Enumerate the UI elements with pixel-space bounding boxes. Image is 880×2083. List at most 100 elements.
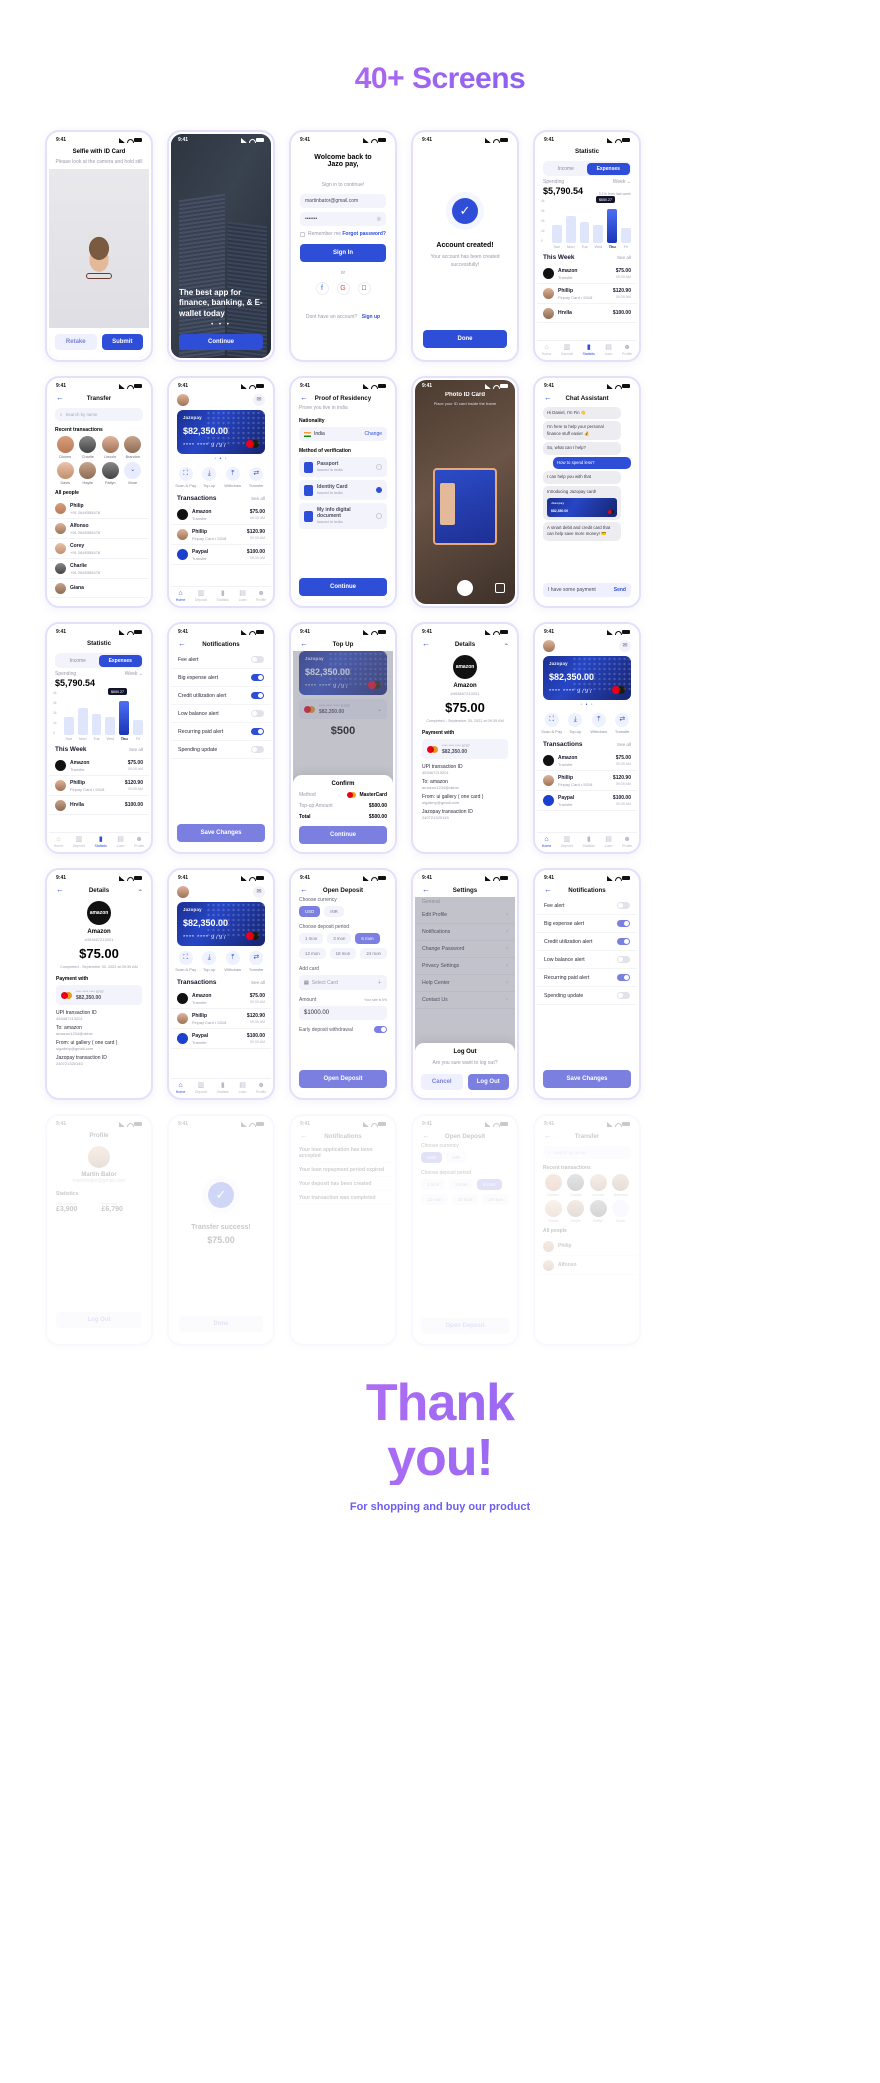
period-3-mon[interactable]: 3 mon	[449, 1179, 474, 1190]
back-icon[interactable]: ←	[300, 1132, 308, 1140]
table-row[interactable]: Amazon Transfer $75.00 09:39 AM	[171, 505, 271, 525]
list-item[interactable]: Your loan application has been accepted	[293, 1143, 393, 1163]
back-icon[interactable]: ←	[422, 640, 430, 648]
list-item[interactable]: Dionne	[542, 1174, 565, 1197]
list-item[interactable]: Davis	[542, 1200, 565, 1223]
table-row[interactable]: Paypal Transfer $100.00 09:39 AM	[171, 545, 271, 565]
avatar[interactable]	[543, 640, 555, 652]
avatar[interactable]	[177, 886, 189, 898]
period-18-mon[interactable]: 18 mon	[329, 948, 357, 959]
statistic-tabs[interactable]: Income Expenses	[543, 161, 631, 176]
action-transfer[interactable]: ⇄ Transfer	[611, 713, 633, 734]
currency-usd[interactable]: USD	[299, 906, 321, 917]
table-row[interactable]: Phillip Finpay Card • 5318 $120.90 09:39 AM	[171, 1009, 271, 1029]
retake-button[interactable]: Retake	[55, 334, 97, 350]
action-scan-pay[interactable]: ⛶ Scan & Pay	[175, 467, 197, 488]
screen-transfer-success[interactable]: 9:41 ✓ Transfer success! $75.00 Done	[167, 1114, 275, 1346]
toggle-credit-utilization-alert[interactable]	[617, 938, 630, 945]
nav-loan[interactable]: ▤ Loan	[117, 836, 125, 848]
apple-icon[interactable]: 	[357, 282, 371, 295]
list-item[interactable]: Lincoln	[99, 436, 122, 459]
gallery-button[interactable]	[495, 583, 505, 593]
shutter-button[interactable]	[457, 580, 473, 596]
see-all-link[interactable]: See all	[251, 496, 265, 501]
toggle-low-balance-alert[interactable]	[617, 956, 630, 963]
list-item[interactable]: Your transaction was completed	[293, 1191, 393, 1205]
action-scan-pay[interactable]: ⛶ Scan & Pay	[541, 713, 563, 734]
continue-button[interactable]: Continue	[299, 826, 387, 844]
nav-home[interactable]: ⌂ Home	[54, 836, 64, 848]
tab-income[interactable]: Income	[57, 655, 100, 667]
nav-profile[interactable]: ☻ Profile	[256, 1082, 266, 1094]
notification-toggle-row[interactable]: Spending update	[537, 987, 637, 1005]
toggle-fee-alert[interactable]	[617, 902, 630, 909]
more-people-button[interactable]: More	[610, 1200, 633, 1223]
see-all-link[interactable]: See all	[251, 980, 265, 985]
notification-toggle-row[interactable]: Recurring paid alert	[537, 969, 637, 987]
currency-inr[interactable]: INR	[324, 906, 344, 917]
action-withdraw[interactable]: ⤒ Withdraw	[222, 951, 244, 972]
period-24-mon[interactable]: 24 mon	[360, 948, 387, 959]
period-1-mon[interactable]: 1 mon	[299, 933, 324, 944]
period-1-mon[interactable]: 1 mon	[421, 1179, 446, 1190]
nav-loan[interactable]: ▤ Loan	[239, 590, 247, 602]
toggle-low-balance-alert[interactable]	[251, 710, 264, 717]
action-topup[interactable]: ⤓ Top-up	[564, 713, 586, 734]
screen-selfie[interactable]: 9:41 Selfie with ID Card Please look at …	[45, 130, 153, 362]
table-row[interactable]: Phillip Finpay Card • 5318 $120.90 09:39 AM	[171, 525, 271, 545]
share-icon[interactable]: ⌁	[500, 641, 508, 648]
action-topup[interactable]: ⤓ Top-up	[198, 467, 220, 488]
table-row[interactable]: Hrvlla $100.00	[49, 796, 149, 815]
screen-details[interactable]: 9:41 ← Details ⌁ amazon Amazon #45346721…	[411, 622, 519, 854]
list-item[interactable]: Alfonso +91 2649355476	[49, 519, 149, 539]
back-icon[interactable]: ←	[300, 640, 308, 648]
list-item[interactable]: Charlie	[565, 1174, 588, 1197]
bottom-nav[interactable]: ⌂ Home ▥ Deposit ▮ Statistic ▤ Loan ☻ Profile	[49, 832, 149, 850]
google-icon[interactable]: G	[336, 282, 350, 295]
plus-icon[interactable]: ＋	[377, 979, 382, 986]
bottom-nav[interactable]: ⌂ Home ▥ Deposit ▮ Statistic ▤ Loan ☻ Profile	[171, 1078, 271, 1096]
table-row[interactable]: Phillip Finpay Card • 5318 $120.90 09:39 AM	[49, 776, 149, 796]
tab-expenses[interactable]: Expenses	[99, 654, 142, 667]
list-item[interactable]: Haylie	[565, 1200, 588, 1223]
screen-transfer-alt[interactable]: 9:41 ← Transfer ⌕ Search by name Recent …	[533, 1114, 641, 1346]
signin-button[interactable]: Sign In	[300, 244, 386, 262]
action-withdraw[interactable]: ⤒ Withdraw	[222, 467, 244, 488]
toggle-fee-alert[interactable]	[251, 656, 264, 663]
continue-button[interactable]: Continue	[299, 578, 387, 596]
period-12-mon[interactable]: 12 mon	[421, 1194, 448, 1205]
nationality-row[interactable]: India Change	[299, 427, 387, 441]
change-link[interactable]: Change	[364, 431, 382, 437]
notification-icon[interactable]: ✉	[253, 394, 265, 406]
back-icon[interactable]: ←	[544, 886, 552, 894]
back-icon[interactable]: ←	[544, 394, 552, 402]
nav-deposit[interactable]: ▥ Deposit	[195, 1082, 207, 1094]
notification-icon[interactable]: ✉	[253, 886, 265, 898]
bank-card[interactable]: Jazopay $82,350.00 **** **** 9797	[177, 410, 265, 454]
screen-notifications-alt[interactable]: 9:41 ← Notifications Fee alert Big expen…	[533, 868, 641, 1100]
list-item[interactable]: Davis	[54, 462, 77, 485]
back-icon[interactable]: ←	[422, 886, 430, 894]
table-row[interactable]: Hrvlla $100.00	[537, 304, 637, 323]
list-item[interactable]: Corey +91 2649355476	[49, 539, 149, 559]
screen-home[interactable]: 9:41 ✉ Jazopay $82,350.00 **** **** 9797	[167, 376, 275, 608]
toggle-big-expense-alert[interactable]	[251, 674, 264, 681]
nav-statistic[interactable]: ▮ Statistic	[94, 836, 107, 848]
search-input[interactable]: ⌕ Search by name	[55, 408, 143, 421]
period-12-mon[interactable]: 12 mon	[299, 948, 326, 959]
back-icon[interactable]: ←	[300, 394, 308, 402]
nav-statistic[interactable]: ▮ Statistic	[582, 836, 595, 848]
notification-toggle-row[interactable]: Low balance alert	[537, 951, 637, 969]
screen-statistic[interactable]: 9:41 Statistic Income Expenses Spending …	[533, 130, 641, 362]
chat-input[interactable]: I have some payment	[548, 587, 596, 593]
back-icon[interactable]: ←	[56, 886, 64, 894]
chat-input-row[interactable]: I have some payment Send	[543, 583, 631, 597]
screen-notifications[interactable]: 9:41 ← Notifications Fee alert Big expen…	[167, 622, 275, 854]
list-item[interactable]: Paityn	[99, 462, 122, 485]
save-changes-button[interactable]: Save Changes	[543, 1070, 631, 1088]
see-all-link[interactable]: See all	[129, 747, 143, 752]
notification-toggle-row[interactable]: Fee alert	[171, 651, 271, 669]
list-item[interactable]: Your loan repayment period expired	[293, 1163, 393, 1177]
list-item[interactable]: Giana	[49, 579, 149, 598]
period-3-mon[interactable]: 3 mon	[327, 933, 352, 944]
